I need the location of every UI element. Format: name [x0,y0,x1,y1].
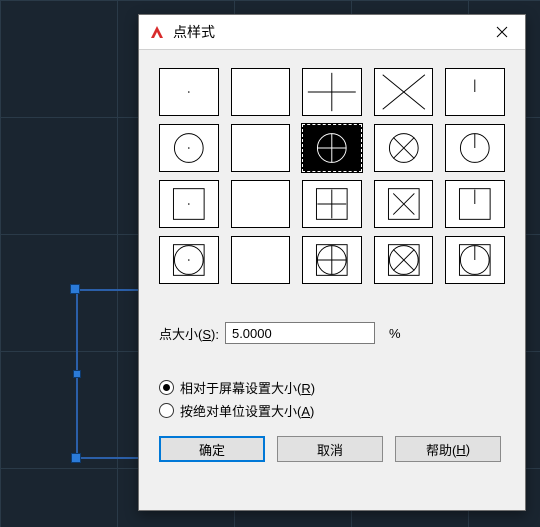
radio-relative[interactable]: 相对于屏幕设置大小(R) [159,378,505,397]
selected-edge [76,457,139,459]
radio-absolute[interactable]: 按绝对单位设置大小(A) [159,401,505,420]
window-title: 点样式 [173,22,479,42]
size-row: 点大小(S): % [159,322,505,344]
point-style-x[interactable] [374,68,434,116]
style-row [159,180,505,228]
size-label: 点大小(S): [159,324,219,343]
point-style-square-tick[interactable] [445,180,505,228]
radio-relative-label: 相对于屏幕设置大小(R) [180,378,315,397]
point-style-grid [159,68,505,284]
point-style-sqcircle-dot[interactable] [159,236,219,284]
grip-handle[interactable] [71,453,81,463]
size-input[interactable] [225,322,375,344]
point-style-tick[interactable] [445,68,505,116]
button-row: 确定 取消 帮助(H) [159,436,505,462]
close-icon [496,26,508,38]
point-style-circle-plus[interactable] [302,124,362,172]
ok-button[interactable]: 确定 [159,436,265,462]
close-button[interactable] [479,15,525,49]
style-row [159,236,505,284]
point-style-square-dot[interactable] [159,180,219,228]
point-style-square[interactable] [231,180,291,228]
cancel-button[interactable]: 取消 [277,436,383,462]
point-style-dialog: 点样式 点大小(S): % 相对于屏幕设置大小(R) [138,14,526,511]
point-style-circle-dot[interactable] [159,124,219,172]
style-row [159,124,505,172]
point-style-dot[interactable] [159,68,219,116]
point-style-plus[interactable] [302,68,362,116]
selected-edge [74,289,139,291]
grip-handle[interactable] [70,284,80,294]
point-style-sqcircle-x[interactable] [374,236,434,284]
point-style-square-plus[interactable] [302,180,362,228]
point-style-sqcircle-plus[interactable] [302,236,362,284]
help-button[interactable]: 帮助(H) [395,436,501,462]
point-style-none[interactable] [231,68,291,116]
grip-handle[interactable] [73,370,81,378]
size-mode-group: 相对于屏幕设置大小(R) 按绝对单位设置大小(A) [159,378,505,420]
titlebar[interactable]: 点样式 [139,15,525,50]
autocad-icon [149,24,165,40]
size-unit: % [389,326,401,341]
radio-absolute-label: 按绝对单位设置大小(A) [180,401,314,420]
style-row [159,68,505,116]
point-style-sqcircle[interactable] [231,236,291,284]
point-style-circle-tick[interactable] [445,124,505,172]
dialog-content: 点大小(S): % 相对于屏幕设置大小(R) 按绝对单位设置大小(A) 确定 取… [139,50,525,510]
radio-icon [159,380,174,395]
point-style-square-x[interactable] [374,180,434,228]
point-style-circle-x[interactable] [374,124,434,172]
radio-icon [159,403,174,418]
point-style-sqcircle-tick[interactable] [445,236,505,284]
point-style-circle[interactable] [231,124,291,172]
